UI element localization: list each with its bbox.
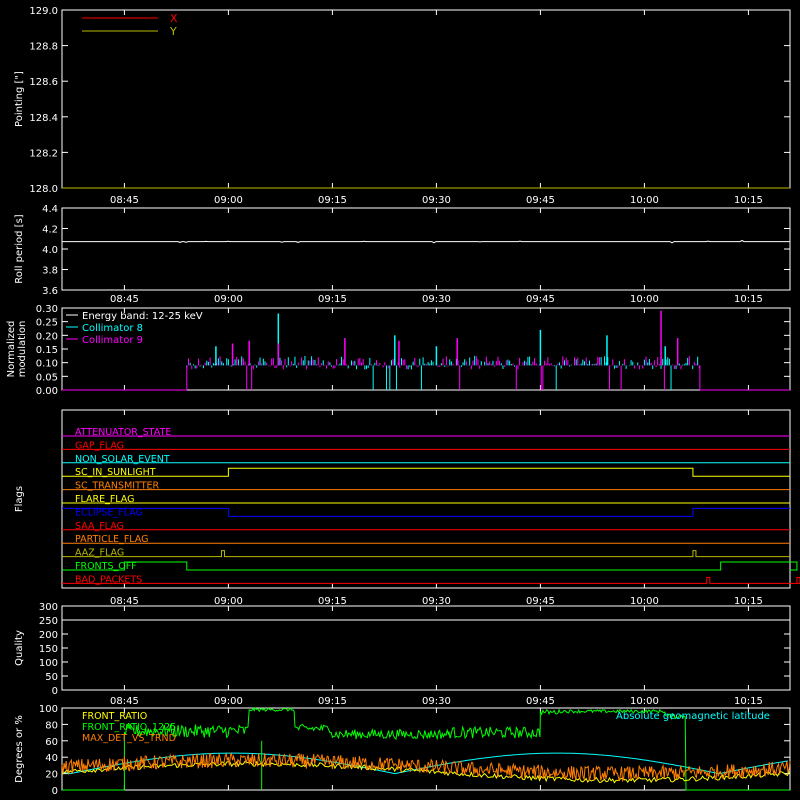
roll-ytick-label: 4.2 — [42, 225, 58, 236]
modulation-ylabel-line: Normalized — [6, 321, 17, 378]
degrees-ylabel-text: Degrees or % — [14, 715, 25, 783]
modulation-ytick-label: 0.25 — [36, 318, 58, 329]
degrees-ytick-label: 80 — [45, 720, 58, 731]
flag-trace — [62, 467, 790, 477]
time-tick-label: 10:00 — [630, 596, 659, 607]
legend-label: MAX_DET_VS_TRND — [82, 733, 176, 744]
time-tick-label: 09:30 — [422, 596, 451, 607]
time-tick-label: 10:00 — [630, 294, 659, 305]
time-tick-label: 09:45 — [526, 596, 555, 607]
time-tick-label: 09:30 — [422, 696, 451, 707]
roll-ytick-label: 4.0 — [42, 245, 58, 256]
front-ratio-series — [61, 760, 790, 784]
time-tick-label: 08:45 — [110, 696, 139, 707]
quality-ylabel-text: Quality — [14, 630, 25, 666]
legend-label: Collimator 9 — [82, 335, 143, 346]
pointing-ylabel: Pointing ["] — [14, 71, 25, 127]
quality-ytick-label: 0 — [52, 686, 58, 697]
pointing-ylabel-text: Pointing ["] — [14, 71, 25, 127]
roll-frame — [61, 207, 791, 291]
flag-trace — [62, 507, 790, 517]
legend-label: Energy band: 12-25 keV — [82, 311, 203, 322]
legend-label: Collimator 8 — [82, 323, 143, 334]
time-tick-label: 08:45 — [110, 195, 139, 206]
time-tick-label: 08:45 — [110, 294, 139, 305]
flag-trace — [62, 561, 798, 571]
time-tick-label: 09:45 — [526, 195, 555, 206]
max-det-vs-trnd-series — [61, 752, 791, 783]
time-tick-label: 10:15 — [734, 294, 763, 305]
modulation-ytick-label: 0.15 — [36, 345, 58, 356]
time-tick-label: 10:15 — [734, 596, 763, 607]
degrees-ytick-label: 40 — [45, 753, 58, 764]
flag-label: ECLIPSE_FLAG — [75, 507, 143, 518]
modulation-ytick-label: 0.10 — [36, 359, 58, 370]
roll-period-series — [62, 239, 790, 244]
quality-ytick-label: 150 — [39, 644, 58, 655]
modulation-ylabel: Normalized modulation — [6, 321, 28, 378]
quality-ytick-label: 250 — [39, 616, 58, 627]
pointing-ytick-label: 128.2 — [29, 148, 58, 159]
time-tick-label: 09:00 — [214, 696, 243, 707]
flag-trace — [62, 576, 800, 584]
legend-label: FRONT_RATIO_1225 — [82, 722, 176, 733]
degrees-ytick-label: 100 — [39, 704, 58, 715]
roll-ytick-label: 4.4 — [42, 204, 58, 215]
pointing-ytick-label: 129.0 — [29, 6, 58, 17]
degrees-ylabel: Degrees or % — [14, 715, 25, 783]
time-tick-label: 09:00 — [214, 195, 243, 206]
modulation-ylabel-line: modulation — [17, 321, 28, 378]
pointing-ytick-label: 128.4 — [29, 113, 58, 124]
roll-ytick-label: 3.6 — [42, 286, 58, 297]
quality-frame — [61, 605, 791, 691]
flags-ylabel-text: Flags — [14, 486, 25, 512]
time-tick-label: 10:00 — [630, 195, 659, 206]
time-tick-label: 08:45 — [110, 596, 139, 607]
time-tick-label: 09:15 — [318, 596, 347, 607]
modulation-ytick-label: 0.30 — [36, 304, 58, 315]
quality-ytick-label: 50 — [45, 672, 58, 683]
legend-label: Y — [169, 25, 177, 38]
pointing-ytick-label: 128.0 — [29, 184, 58, 195]
legend-label: FRONT_RATIO — [82, 711, 147, 722]
roll-ytick-label: 3.8 — [42, 266, 58, 277]
geomagnetic-latitude-label: Absolute geomagnetic latitude — [616, 711, 770, 722]
quality-ylabel: Quality — [14, 630, 25, 666]
quality-ytick-label: 100 — [39, 658, 58, 669]
time-tick-label: 09:15 — [318, 294, 347, 305]
time-tick-label: 09:45 — [526, 696, 555, 707]
degrees-ytick-label: 60 — [45, 737, 58, 748]
time-tick-label: 09:00 — [214, 596, 243, 607]
time-tick-label: 10:15 — [734, 195, 763, 206]
degrees-ytick-label: 20 — [45, 770, 58, 781]
time-tick-label: 10:15 — [734, 696, 763, 707]
modulation-ytick-label: 0.20 — [36, 331, 58, 342]
degrees-ytick-label: 0 — [52, 786, 58, 797]
time-tick-label: 09:15 — [318, 696, 347, 707]
time-tick-label: 09:45 — [526, 294, 555, 305]
stats-plot-canvas: 129.0 128.8 128.6 128.4 128.2 128.0 Pointing [… — [6, 6, 800, 797]
time-tick-label: 09:30 — [422, 294, 451, 305]
quality-ytick-label: 200 — [39, 630, 58, 641]
pointing-ytick-label: 128.6 — [29, 77, 58, 88]
flags-ylabel: Flags — [14, 486, 25, 512]
roll-ylabel: Roll period [s] — [14, 214, 25, 283]
legend-label: X — [170, 12, 178, 25]
modulation-ytick-label: 0.00 — [36, 386, 58, 397]
time-tick-label: 09:15 — [318, 195, 347, 206]
time-tick-label: 10:00 — [630, 696, 659, 707]
flag-trace — [62, 550, 790, 558]
pointing-ytick-label: 128.8 — [29, 42, 58, 53]
roll-ylabel-text: Roll period [s] — [14, 214, 25, 283]
modulation-ytick-label: 0.05 — [36, 372, 58, 383]
time-tick-label: 09:30 — [422, 195, 451, 206]
quality-ytick-label: 300 — [39, 602, 58, 613]
time-tick-label: 09:00 — [214, 294, 243, 305]
